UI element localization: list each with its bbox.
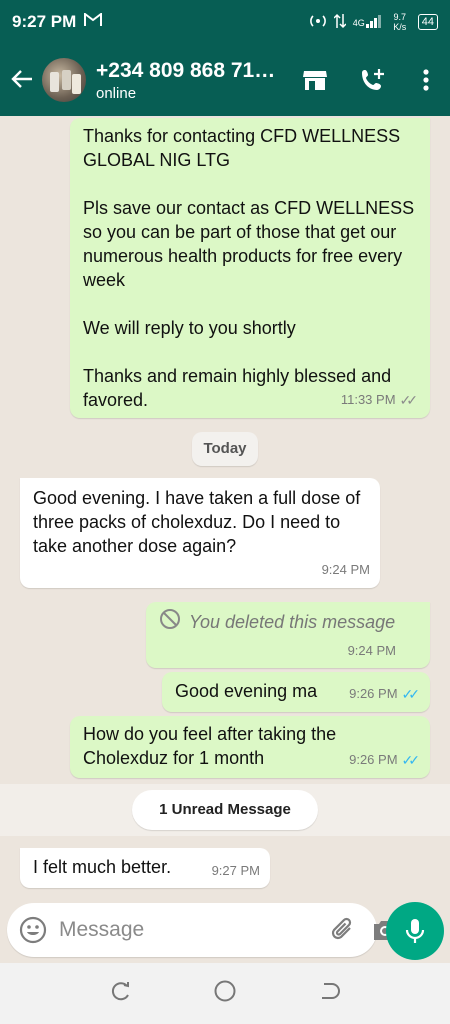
contact-status: online	[96, 84, 137, 102]
add-call-icon[interactable]	[344, 68, 402, 92]
data-arrows-icon	[333, 13, 347, 32]
message-time: 9:24 PM	[347, 643, 396, 658]
system-nav-bar	[0, 963, 450, 1024]
deleted-message-text: You deleted this message	[189, 612, 396, 632]
status-time: 9:27 PM	[12, 12, 77, 31]
home-icon[interactable]	[213, 979, 237, 1008]
double-tick-icon: ✓✓	[399, 392, 419, 408]
double-tick-read-icon: ✓✓	[401, 752, 421, 768]
message-text: Pls save our contact as CFD WELLNESS so …	[83, 198, 415, 290]
mic-icon	[405, 918, 425, 944]
composer	[0, 901, 450, 963]
message-text: We will reply to you shortly	[83, 318, 296, 338]
recents-icon[interactable]	[110, 980, 132, 1007]
message-text: Thanks for contacting CFD WELLNESS GLOBA…	[83, 126, 401, 170]
chat-header: +234 809 868 71… online	[0, 44, 450, 116]
network-label: 4G	[352, 18, 365, 28]
signal-icon	[365, 14, 382, 31]
date-chip: Today	[192, 432, 258, 466]
contact-name: +234 809 868 71…	[96, 58, 276, 82]
message-bubble-incoming[interactable]: Good evening. I have taken a full dose o…	[20, 478, 380, 588]
message-meta: 9:26 PM ✓✓	[349, 748, 420, 772]
message-input[interactable]	[59, 918, 330, 942]
chat-area[interactable]: Thanks for contacting CFD WELLNESS GLOBA…	[0, 116, 450, 901]
battery-level: 44	[421, 16, 434, 28]
message-text: Good evening. I have taken a full dose o…	[33, 488, 361, 556]
store-icon[interactable]	[286, 69, 344, 91]
message-time: 11:33 PM	[340, 392, 396, 407]
message-bubble-incoming[interactable]: I felt much better. 9:27 PM	[20, 848, 270, 888]
message-meta: 9:24 PM	[348, 639, 396, 663]
message-time: 9:24 PM	[321, 562, 370, 577]
message-meta: 9:24 PM	[322, 558, 370, 582]
message-text: I felt much better.	[33, 857, 172, 877]
more-vert-icon[interactable]	[402, 69, 450, 91]
back-nav-icon[interactable]	[318, 980, 340, 1007]
message-meta: 9:27 PM	[212, 859, 260, 883]
unread-chip: 1 Unread Message	[132, 790, 318, 830]
emoji-icon[interactable]	[19, 916, 47, 944]
mic-button[interactable]	[386, 902, 444, 960]
message-input-box	[7, 903, 396, 957]
contact-info[interactable]: +234 809 868 71… online	[96, 59, 286, 102]
message-text: How do you feel after taking the Cholexd…	[83, 724, 337, 768]
back-arrow-icon[interactable]	[2, 65, 42, 96]
avatar[interactable]	[42, 58, 86, 102]
hotspot-icon	[309, 14, 327, 31]
status-bar: 9:27 PM 4G 9.7 K/s 44	[0, 0, 450, 44]
double-tick-read-icon: ✓✓	[401, 686, 421, 702]
message-text: Good evening ma	[175, 681, 318, 701]
speed-label: 9.7 K/s	[393, 12, 407, 32]
message-time: 9:26 PM	[349, 686, 398, 701]
message-bubble-deleted[interactable]: You deleted this message 9:24 PM	[146, 602, 430, 668]
battery-icon: 44	[417, 14, 438, 30]
message-bubble-outgoing[interactable]: Good evening ma 9:26 PM ✓✓	[162, 672, 430, 712]
message-time: 9:27 PM	[211, 863, 260, 878]
message-bubble-outgoing[interactable]: Thanks for contacting CFD WELLNESS GLOBA…	[70, 118, 430, 418]
attach-icon[interactable]	[330, 917, 356, 943]
gmail-icon	[84, 11, 103, 32]
message-meta: 9:26 PM ✓✓	[349, 682, 420, 706]
message-bubble-outgoing[interactable]: How do you feel after taking the Cholexd…	[70, 716, 430, 778]
message-meta: 11:33 PM ✓✓	[341, 388, 418, 412]
message-time: 9:26 PM	[349, 752, 398, 767]
deleted-icon	[159, 608, 181, 636]
